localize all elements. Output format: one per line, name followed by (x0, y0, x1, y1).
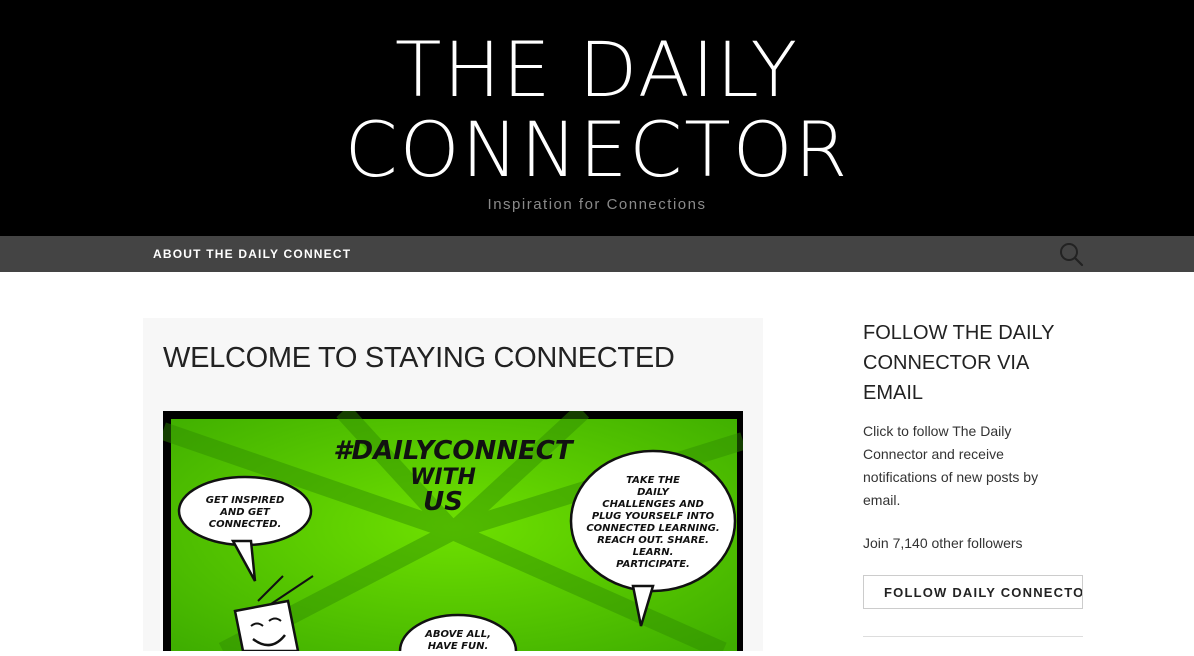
site-title-line1[interactable]: THE DAILY (395, 25, 799, 114)
bubble-right-line1: TAKE THE (626, 475, 680, 486)
bubble-right-line5: CONNECTED LEARNING. (586, 523, 719, 534)
bubble-right-line6: REACH OUT. SHARE. (597, 535, 709, 546)
bubble-bottom-line1: ABOVE ALL, (424, 629, 491, 640)
site-tagline: Inspiration for Connections (487, 196, 707, 213)
sidebar: FOLLOW THE DAILY CONNECTOR VIA EMAIL Cli… (863, 318, 1083, 609)
followers-count: Join 7,140 other followers (863, 535, 1023, 551)
post-article: WELCOME TO STAYING CONNECTED #DAILYCONNE… (143, 318, 763, 656)
bubble-right-line3: CHALLENGES AND (602, 499, 704, 510)
sidebar-divider (863, 636, 1083, 637)
main-navigation: ABOUT THE DAILY CONNECT (0, 236, 1194, 272)
site-title-line2[interactable]: CONNECTOR (345, 105, 850, 194)
post-featured-image[interactable]: #DAILYCONNECT WITH US GET INSPIRED AND G… (160, 404, 746, 656)
site-header: THE DAILY CONNECTOR Inspiration for Conn… (0, 0, 1194, 236)
bubble-right-line8: PARTICIPATE. (616, 559, 690, 570)
site-title[interactable]: THE DAILY CONNECTOR (0, 30, 1194, 190)
bubble-right-line2: DAILY (637, 487, 671, 498)
bubble-left-line3: CONNECTED. (209, 519, 282, 530)
follow-button[interactable]: FOLLOW DAILY CONNECTOR (863, 575, 1083, 609)
post-title[interactable]: WELCOME TO STAYING CONNECTED (163, 342, 675, 375)
nav-item-about[interactable]: ABOUT THE DAILY CONNECT (153, 247, 351, 261)
search-icon[interactable] (1058, 241, 1084, 267)
comic-headline-line3: US (423, 487, 463, 517)
bubble-bottom-line2: HAVE FUN. (428, 641, 489, 651)
bubble-right-line4: PLUG YOURSELF INTO (592, 511, 715, 522)
bubble-left-line1: GET INSPIRED (206, 495, 285, 506)
widget-description: Click to follow The Daily Connector and … (863, 423, 1039, 508)
bubble-left-line2: AND GET (219, 507, 271, 518)
bubble-right-line7: LEARN. (633, 547, 674, 558)
comic-headline-line1: #DAILYCONNECT (333, 436, 574, 466)
widget-title: FOLLOW THE DAILY CONNECTOR VIA EMAIL (863, 322, 1055, 404)
